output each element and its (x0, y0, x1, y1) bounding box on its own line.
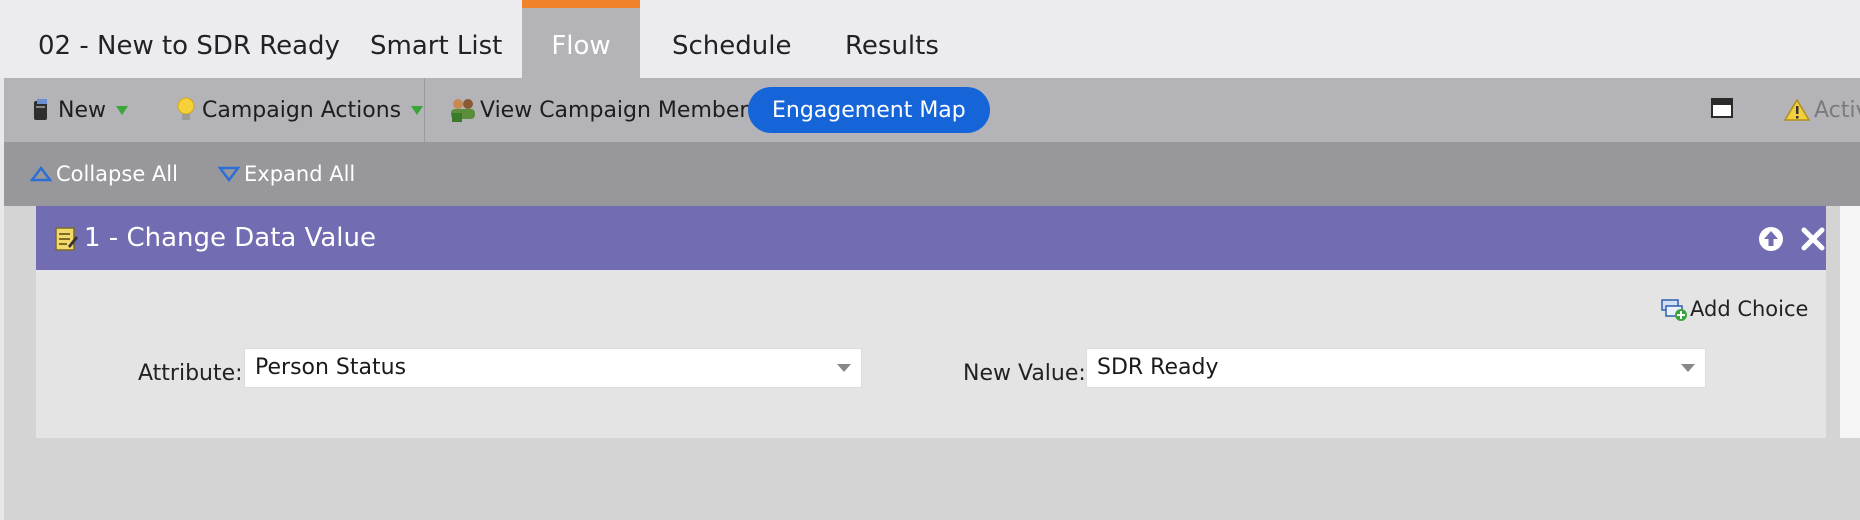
add-choice-button[interactable]: Add Choice (1660, 294, 1808, 324)
collapse-all-label: Collapse All (56, 162, 178, 186)
toolbar-divider (424, 78, 425, 142)
scrollbar-track[interactable] (1840, 206, 1860, 438)
new-value-select-value: SDR Ready (1097, 355, 1219, 380)
expand-icon (218, 166, 240, 182)
tab-results[interactable]: Results (815, 0, 969, 78)
flow-subtoolbar: Collapse All Expand All (4, 142, 1860, 206)
campaign-status[interactable]: Active (1784, 78, 1860, 142)
toolbar: New Campaign Actions View Campaign Membe… (4, 78, 1860, 142)
chevron-down-icon (837, 364, 851, 372)
new-icon (34, 99, 47, 120)
collapse-icon (30, 166, 52, 182)
campaign-actions-button[interactable]: Campaign Actions (176, 78, 424, 142)
edit-note-icon (55, 227, 78, 251)
chevron-down-icon (1681, 364, 1695, 372)
arrow-up-icon[interactable] (1758, 226, 1784, 252)
new-menu-button[interactable]: New (32, 78, 128, 142)
lightbulb-icon (177, 97, 195, 120)
tab-flow[interactable]: Flow (522, 0, 640, 78)
close-icon[interactable] (1800, 226, 1826, 252)
campaign-status-label: Active (1814, 97, 1860, 123)
engagement-map-button[interactable]: Engagement Map (748, 87, 990, 133)
collapse-all-button[interactable]: Collapse All (30, 142, 178, 206)
chevron-down-icon (116, 105, 128, 115)
window-icon[interactable] (1710, 96, 1734, 124)
tab-smart-list[interactable]: Smart List (340, 0, 532, 78)
new-menu-label: New (58, 97, 106, 123)
new-value-select[interactable]: SDR Ready (1086, 348, 1706, 388)
add-choice-label: Add Choice (1690, 297, 1809, 321)
active-tab-indicator (522, 0, 640, 8)
attribute-label: Attribute: (138, 361, 243, 386)
view-campaign-members-label: View Campaign Members (480, 97, 760, 123)
view-campaign-members-button[interactable]: View Campaign Members (448, 78, 760, 142)
flow-step-title: 1 - Change Data Value (84, 223, 377, 253)
tab-flow-label: Flow (551, 31, 611, 61)
attribute-select-value: Person Status (255, 355, 407, 380)
attribute-select[interactable]: Person Status (244, 348, 862, 388)
expand-all-label: Expand All (244, 162, 356, 186)
warning-icon (1784, 98, 1810, 121)
flow-step-body: Add Choice Attribute: Person Status New … (36, 270, 1826, 438)
tab-bar: 02 - New to SDR Ready Smart List Flow Sc… (0, 0, 1860, 78)
add-choice-icon (1661, 299, 1687, 321)
flow-step-header[interactable]: 1 - Change Data Value (36, 206, 1826, 270)
campaign-actions-label: Campaign Actions (202, 97, 402, 123)
chevron-down-icon (411, 105, 424, 115)
tab-schedule[interactable]: Schedule (642, 0, 821, 78)
expand-all-button[interactable]: Expand All (218, 142, 355, 206)
tab-program-name[interactable]: 02 - New to SDR Ready (8, 0, 370, 78)
members-icon (451, 99, 475, 122)
new-value-label: New Value: (963, 361, 1086, 386)
